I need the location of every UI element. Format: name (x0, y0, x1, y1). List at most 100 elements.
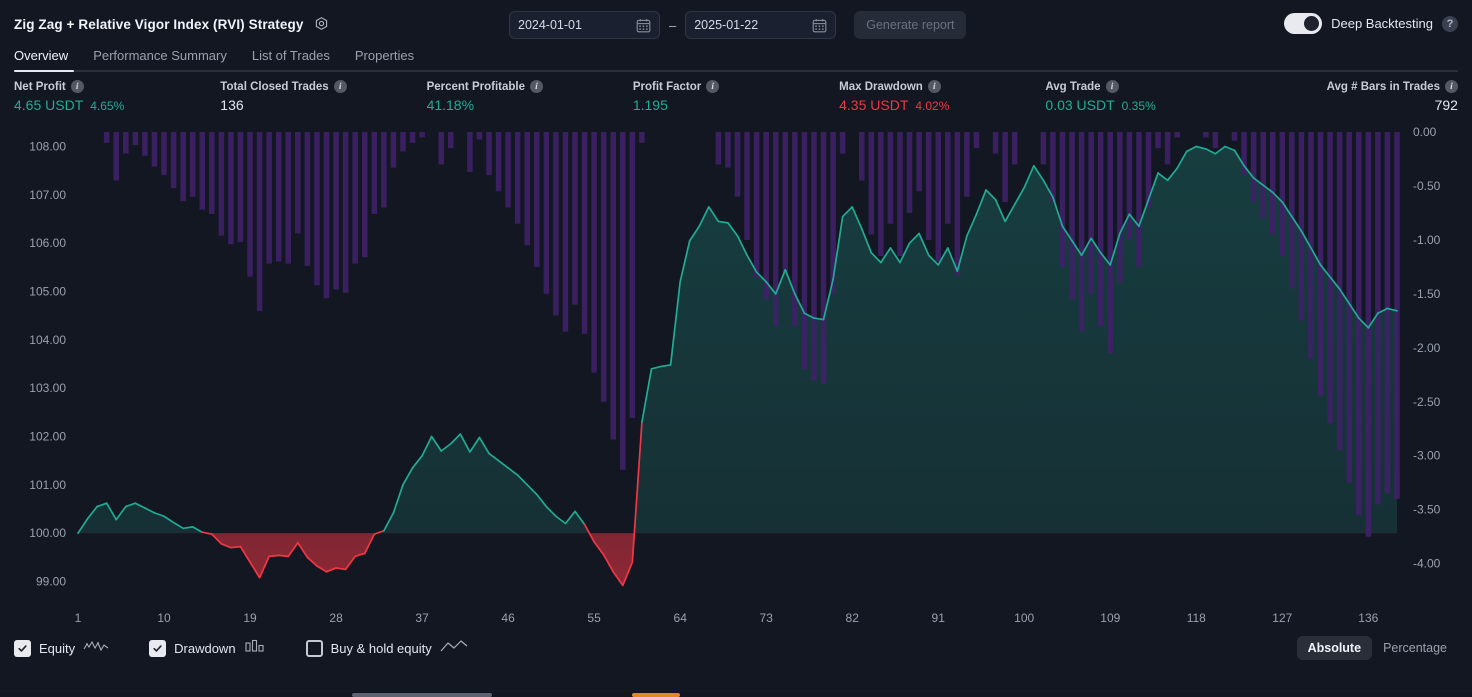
svg-text:82: 82 (846, 611, 860, 625)
date-to-field[interactable]: 2025-01-22 (685, 11, 837, 39)
date-from-value: 2024-01-01 (518, 18, 582, 32)
metric-percent: 0.35% (1121, 99, 1156, 113)
info-icon[interactable]: i (927, 80, 941, 93)
svg-text:136: 136 (1358, 611, 1378, 625)
buy-and-hold-checkbox[interactable] (305, 639, 323, 657)
help-icon[interactable]: ? (1442, 15, 1458, 32)
info-icon[interactable]: i (70, 80, 84, 93)
svg-text:101.00: 101.00 (29, 478, 66, 492)
svg-text:-4.00: -4.00 (1413, 557, 1441, 571)
metric-value: 1.195 (632, 97, 668, 113)
svg-text:73: 73 (760, 611, 774, 625)
svg-text:-1.00: -1.00 (1413, 233, 1441, 247)
svg-text:-1.50: -1.50 (1413, 287, 1441, 301)
metric-label: Avg # Bars in Trades (1326, 80, 1440, 93)
mode-absolute-button[interactable]: Absolute (1296, 636, 1373, 660)
metric-avg-trade: Avg Trade i 0.03 USDT 0.35% (1045, 80, 1251, 124)
svg-text:0.00: 0.00 (1413, 125, 1437, 139)
info-icon[interactable]: i (706, 80, 720, 93)
bar-chart-icon (244, 639, 266, 658)
strategy-tester-header: Zig Zag + Relative Vigor Index (RVI) Str… (0, 0, 1472, 48)
svg-text:99.00: 99.00 (36, 575, 66, 589)
info-icon[interactable]: i (1444, 80, 1458, 93)
tab-properties[interactable]: Properties (355, 48, 414, 65)
svg-text:37: 37 (415, 611, 429, 625)
metrics-row: Net Profit i 4.65 USDT 4.65% Total Close… (0, 72, 1472, 124)
svg-text:106.00: 106.00 (29, 236, 66, 250)
info-icon[interactable]: i (1105, 80, 1119, 93)
svg-text:1: 1 (75, 611, 82, 625)
date-from-field[interactable]: 2024-01-01 (509, 11, 660, 39)
metric-label: Avg Trade (1045, 80, 1101, 93)
tab-underline (14, 70, 1458, 72)
equity-drawdown-chart[interactable]: 108.00 107.00 106.00 105.00 104.00 103.00 102.… (0, 124, 1472, 628)
svg-text:-2.50: -2.50 (1413, 395, 1441, 409)
date-to-value: 2025-01-22 (694, 18, 759, 32)
deep-backtesting-control: Deep Backtesting ? (1284, 13, 1458, 34)
metric-label: Net Profit (14, 80, 66, 93)
tab-overview[interactable]: Overview (14, 48, 68, 65)
svg-text:19: 19 (243, 611, 257, 625)
zigzag-line-icon (440, 639, 468, 658)
tab-bar: Overview Performance Summary List of Tra… (0, 48, 1472, 72)
svg-text:109: 109 (1100, 611, 1120, 625)
date-range-controls: 2024-01-01 – 2025-01-22 Generate report (509, 11, 967, 39)
bottom-scroll-strip[interactable] (0, 692, 1472, 697)
date-range-separator: – (669, 17, 677, 33)
calendar-icon (636, 18, 651, 33)
metric-max-drawdown: Max Drawdown i 4.35 USDT 4.02% (839, 80, 1045, 124)
legend-label: Equity (39, 640, 76, 656)
metric-label: Percent Profitable (426, 80, 525, 93)
svg-text:100: 100 (1014, 611, 1034, 625)
mode-percentage-button[interactable]: Percentage (1372, 636, 1458, 660)
scrollbar-thumb[interactable] (352, 693, 492, 697)
deep-backtesting-toggle[interactable] (1284, 13, 1323, 34)
legend-buy-and-hold-equity[interactable]: Buy & hold equity (305, 639, 468, 658)
metric-value: 0.03 USDT (1045, 97, 1115, 113)
chart-footer: Equity Drawdown Buy & hold equity Absolu… (0, 628, 1472, 668)
metric-value: 4.65 USDT (14, 97, 84, 113)
progress-indicator (632, 693, 680, 697)
metric-net-profit: Net Profit i 4.65 USDT 4.65% (14, 80, 220, 124)
metric-avg-bars-in-trades: Avg # Bars in Trades i 792 (1252, 80, 1458, 124)
legend-drawdown[interactable]: Drawdown (149, 639, 265, 658)
info-icon[interactable]: i (529, 80, 543, 93)
svg-text:28: 28 (329, 611, 343, 625)
tab-active-indicator (14, 70, 74, 72)
svg-text:-2.00: -2.00 (1413, 341, 1441, 355)
line-chart-icon (83, 639, 109, 658)
metric-percent-profitable: Percent Profitable i 41.18% (427, 80, 633, 124)
svg-text:-3.50: -3.50 (1413, 503, 1441, 517)
metric-value: 792 (1434, 97, 1458, 113)
strategy-tester-panel: Zig Zag + Relative Vigor Index (RVI) Str… (0, 0, 1472, 697)
equity-checkbox[interactable] (14, 639, 31, 657)
gear-icon[interactable] (313, 16, 330, 33)
svg-text:64: 64 (674, 611, 688, 625)
metric-label: Max Drawdown (839, 80, 923, 93)
tab-list-of-trades[interactable]: List of Trades (252, 48, 330, 65)
svg-text:-3.00: -3.00 (1413, 449, 1441, 463)
strategy-title: Zig Zag + Relative Vigor Index (RVI) Str… (14, 16, 304, 32)
value-mode-toggle: Absolute Percentage (1296, 636, 1458, 660)
metric-value: 41.18% (426, 97, 475, 113)
svg-text:105.00: 105.00 (29, 285, 66, 299)
svg-text:102.00: 102.00 (29, 430, 66, 444)
generate-report-button[interactable]: Generate report (854, 11, 967, 39)
svg-text:104.00: 104.00 (29, 333, 66, 347)
deep-backtesting-label: Deep Backtesting (1331, 16, 1433, 31)
svg-text:118: 118 (1187, 611, 1206, 625)
svg-text:100.00: 100.00 (29, 526, 66, 540)
metric-value: 136 (220, 97, 244, 113)
svg-text:107.00: 107.00 (29, 188, 66, 202)
tab-performance-summary[interactable]: Performance Summary (93, 48, 227, 65)
metric-value: 4.35 USDT (839, 97, 909, 113)
calendar-icon (812, 18, 827, 33)
info-icon[interactable]: i (333, 80, 347, 93)
legend-label: Buy & hold equity (330, 640, 432, 656)
legend-equity[interactable]: Equity (14, 639, 109, 658)
drawdown-checkbox[interactable] (149, 639, 167, 657)
metric-total-closed-trades: Total Closed Trades i 136 (220, 80, 426, 124)
svg-text:46: 46 (501, 611, 515, 625)
metric-profit-factor: Profit Factor i 1.195 (633, 80, 839, 124)
svg-text:108.00: 108.00 (29, 140, 66, 154)
